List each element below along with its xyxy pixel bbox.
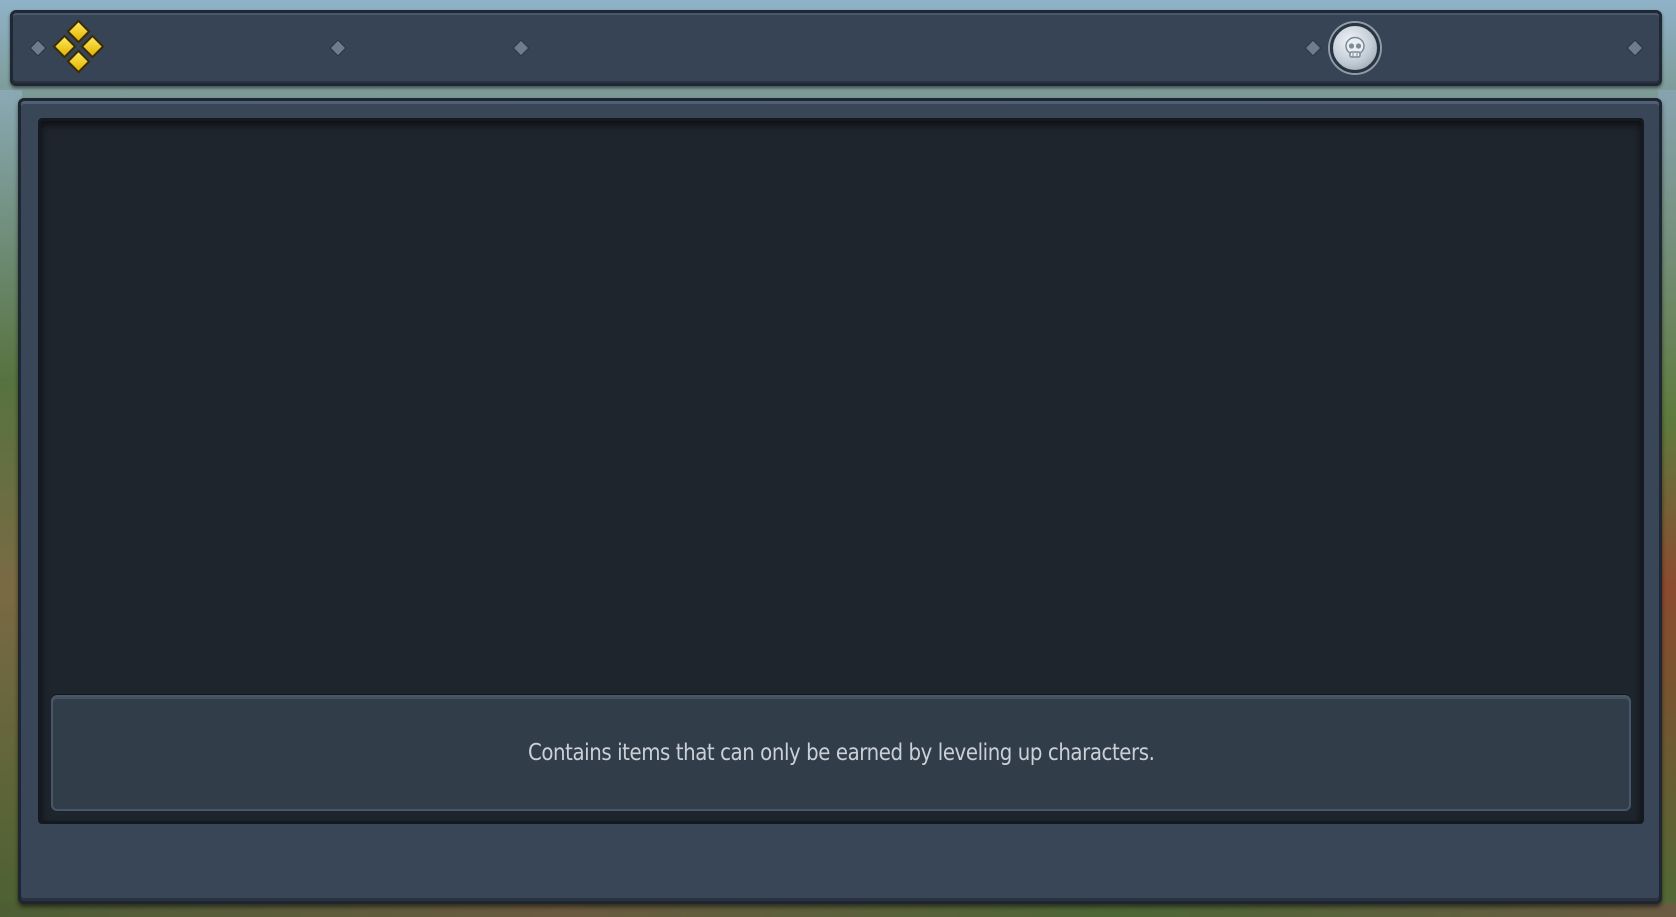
tab-skull[interactable] xyxy=(1323,19,1387,77)
tab-empty-1[interactable] xyxy=(348,19,513,77)
tab-separator xyxy=(1627,40,1643,56)
tab-separator xyxy=(1305,40,1321,56)
items-content-area: Contains items that can only be earned b… xyxy=(38,118,1644,824)
yellow-diamonds-icon xyxy=(51,19,107,76)
shop-panel: Contains items that can only be earned b… xyxy=(18,98,1662,904)
description-text: Contains items that can only be earned b… xyxy=(527,740,1155,766)
tab-separator xyxy=(330,40,346,56)
tab-separator xyxy=(30,40,46,56)
tab-items[interactable] xyxy=(47,19,111,77)
description-box: Contains items that can only be earned b… xyxy=(51,695,1631,811)
tab-bar xyxy=(10,10,1662,86)
skull-coin-icon xyxy=(1330,23,1380,73)
tab-separator xyxy=(513,40,529,56)
background-scenery-bottom xyxy=(0,903,1676,917)
tab-empty-2[interactable] xyxy=(531,19,1291,77)
